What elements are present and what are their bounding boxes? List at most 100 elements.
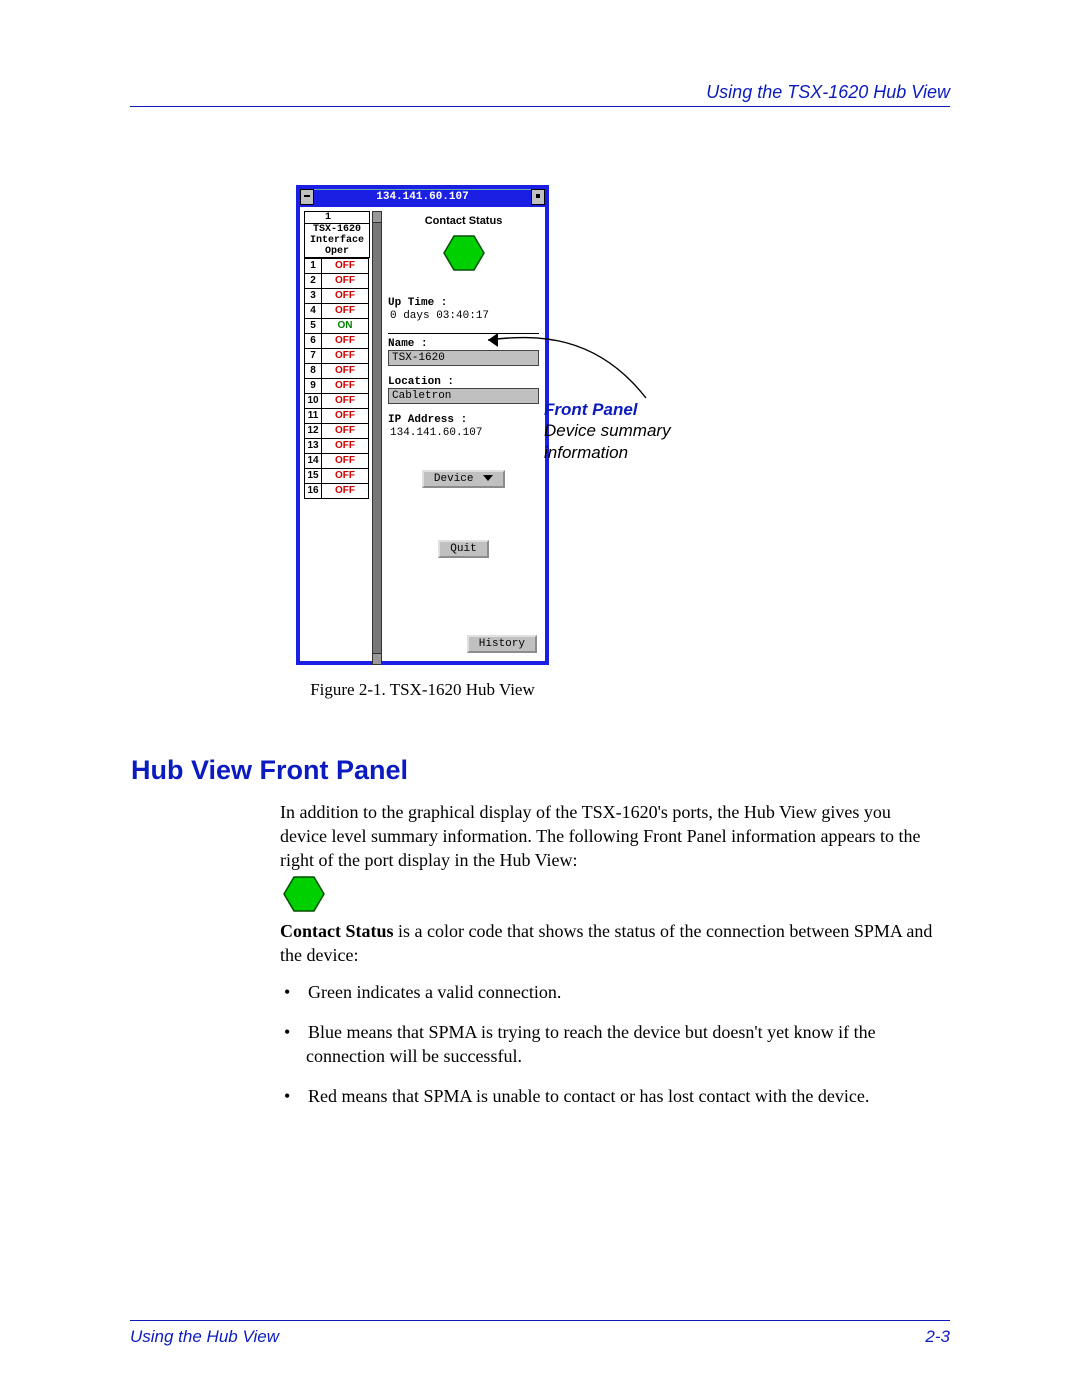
header-rule (130, 106, 950, 107)
location-label: Location : (388, 376, 539, 388)
ip-label: IP Address : (388, 414, 539, 426)
annotation-title: Front Panel (544, 400, 671, 420)
page-number: 2-3 (925, 1327, 950, 1347)
table-row[interactable]: 4OFF (305, 304, 369, 319)
history-button[interactable]: History (467, 635, 537, 653)
port-scrollbar[interactable] (372, 211, 382, 665)
port-number: 11 (305, 409, 322, 424)
table-row[interactable]: 16OFF (305, 484, 369, 499)
table-row[interactable]: 3OFF (305, 289, 369, 304)
port-number: 15 (305, 469, 322, 484)
table-row[interactable]: 15OFF (305, 469, 369, 484)
table-row[interactable]: 5ON (305, 319, 369, 334)
port-number: 1 (305, 259, 322, 274)
window-title: 134.141.60.107 (314, 189, 531, 205)
hub-view-body: 1 TSX-1620 Interface Oper 1OFF2OFF3OFF4O… (300, 207, 545, 661)
port-status: OFF (322, 364, 369, 379)
port-number: 9 (305, 379, 322, 394)
hub-view-figure: 134.141.60.107 1 TSX-1620 Interface Oper… (296, 185, 565, 665)
list-item: Blue means that SPMA is trying to reach … (300, 1020, 940, 1068)
front-panel-annotation: Front Panel Device summary information (544, 400, 671, 464)
port-status: OFF (322, 259, 369, 274)
table-row[interactable]: 14OFF (305, 454, 369, 469)
footer-left: Using the Hub View (130, 1327, 279, 1347)
port-table: 1OFF2OFF3OFF4OFF5ON6OFF7OFF8OFF9OFF10OFF… (304, 258, 369, 499)
table-row[interactable]: 8OFF (305, 364, 369, 379)
port-status: OFF (322, 379, 369, 394)
port-header: 1 TSX-1620 Interface Oper (304, 211, 370, 258)
port-number: 7 (305, 349, 322, 364)
table-row[interactable]: 13OFF (305, 439, 369, 454)
window-titlebar: 134.141.60.107 (300, 189, 545, 205)
port-number: 16 (305, 484, 322, 499)
ip-value: 134.141.60.107 (388, 426, 539, 440)
table-row[interactable]: 1OFF (305, 259, 369, 274)
inline-hexagon-icon (282, 876, 326, 917)
list-item: Green indicates a valid connection. (300, 980, 940, 1004)
port-status: OFF (322, 304, 369, 319)
section-heading: Hub View Front Panel (131, 755, 408, 786)
port-status: OFF (322, 394, 369, 409)
port-status: OFF (322, 334, 369, 349)
figure-caption: Figure 2-1. TSX-1620 Hub View (296, 680, 549, 700)
location-field[interactable]: Cabletron (388, 388, 539, 404)
window-menu-icon[interactable] (300, 189, 314, 205)
list-item: Red means that SPMA is unable to contact… (300, 1084, 940, 1108)
table-row[interactable]: 9OFF (305, 379, 369, 394)
port-number: 12 (305, 424, 322, 439)
port-status: OFF (322, 289, 369, 304)
device-button-label: Device (434, 473, 474, 485)
port-number: 13 (305, 439, 322, 454)
contact-status-paragraph: Contact Status is a color code that show… (280, 919, 940, 967)
table-row[interactable]: 6OFF (305, 334, 369, 349)
page-header-title: Using the TSX-1620 Hub View (706, 82, 950, 103)
footer-rule (130, 1320, 950, 1321)
port-number: 14 (305, 454, 322, 469)
hub-view-window: 134.141.60.107 1 TSX-1620 Interface Oper… (296, 185, 549, 665)
port-status: OFF (322, 424, 369, 439)
oper-label: Oper (305, 246, 369, 257)
port-number: 6 (305, 334, 322, 349)
table-row[interactable]: 2OFF (305, 274, 369, 289)
chevron-down-icon (483, 475, 493, 481)
port-number: 4 (305, 304, 322, 319)
port-status: OFF (322, 409, 369, 424)
port-status: OFF (322, 484, 369, 499)
scroll-track[interactable] (372, 223, 382, 653)
module-name: TSX-1620 (305, 224, 369, 235)
window-resize-icon[interactable] (531, 189, 545, 205)
port-number: 2 (305, 274, 322, 289)
intro-paragraph: In addition to the graphical display of … (280, 800, 940, 872)
table-row[interactable]: 11OFF (305, 409, 369, 424)
port-status: OFF (322, 454, 369, 469)
scroll-up-icon[interactable] (372, 211, 382, 223)
port-number: 5 (305, 319, 322, 334)
interface-label: Interface (305, 235, 369, 246)
status-bullet-list: Green indicates a valid connection. Blue… (300, 980, 940, 1124)
port-status: OFF (322, 439, 369, 454)
front-panel-info: Contact Status Up Time : 0 days 03:40:17… (388, 215, 539, 558)
port-status: OFF (322, 469, 369, 484)
port-status: ON (322, 319, 369, 334)
document-page: Using the TSX-1620 Hub View 134.141.60.1… (0, 0, 1080, 1397)
module-index: 1 (305, 212, 369, 224)
device-menu-button[interactable]: Device (422, 470, 505, 488)
table-row[interactable]: 7OFF (305, 349, 369, 364)
port-status: OFF (322, 349, 369, 364)
name-field[interactable]: TSX-1620 (388, 350, 539, 366)
annotation-line1: Device summary (544, 420, 671, 442)
contact-status-label: Contact Status (388, 215, 539, 227)
uptime-label: Up Time : (388, 297, 539, 309)
scroll-down-icon[interactable] (372, 653, 382, 665)
contact-status-term: Contact Status (280, 921, 394, 941)
name-label: Name : (388, 338, 539, 350)
port-number: 3 (305, 289, 322, 304)
table-row[interactable]: 12OFF (305, 424, 369, 439)
uptime-value: 0 days 03:40:17 (388, 309, 539, 323)
port-number: 10 (305, 394, 322, 409)
annotation-line2: information (544, 442, 671, 464)
port-panel: 1 TSX-1620 Interface Oper 1OFF2OFF3OFF4O… (304, 211, 370, 499)
table-row[interactable]: 10OFF (305, 394, 369, 409)
port-status: OFF (322, 274, 369, 289)
quit-button[interactable]: Quit (438, 540, 488, 558)
